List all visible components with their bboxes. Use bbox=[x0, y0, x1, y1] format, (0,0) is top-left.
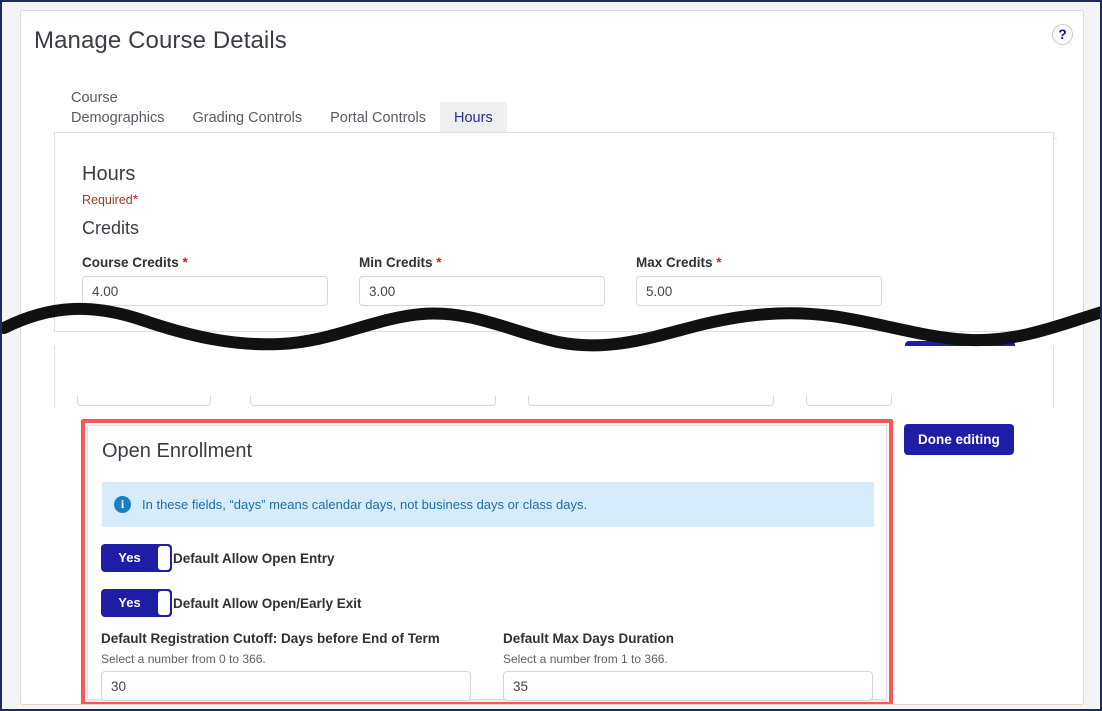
label-max-credits: Max Credits * bbox=[636, 255, 882, 270]
label-course-credits: Course Credits * bbox=[82, 255, 328, 270]
required-asterisk: * bbox=[133, 191, 138, 207]
done-editing-button-open-enrollment[interactable]: Done editing bbox=[904, 424, 1014, 455]
label-course-credits-asterisk: * bbox=[183, 255, 188, 270]
hours-required-note: Required* bbox=[82, 191, 138, 207]
screenshot-root: Manage Course Details ? Course Demograph… bbox=[0, 0, 1102, 711]
label-max-credits-text: Max Credits bbox=[636, 255, 713, 270]
truncated-field-2 bbox=[250, 396, 496, 406]
label-min-credits-asterisk: * bbox=[436, 255, 441, 270]
label-min-credits: Min Credits * bbox=[359, 255, 605, 270]
tab-course-demographics[interactable]: Course Demographics bbox=[57, 82, 179, 139]
page-title: Manage Course Details bbox=[34, 27, 287, 55]
truncated-field-3 bbox=[528, 396, 774, 406]
label-max-credits-asterisk: * bbox=[716, 255, 721, 270]
hours-heading: Hours bbox=[82, 163, 135, 186]
truncated-field-4 bbox=[806, 396, 892, 406]
content-break-squiggle bbox=[2, 298, 1102, 358]
required-label: Required bbox=[82, 193, 133, 207]
credits-heading: Credits bbox=[82, 218, 139, 239]
label-min-credits-text: Min Credits bbox=[359, 255, 433, 270]
open-enrollment-highlight-box bbox=[81, 419, 893, 705]
label-course-credits-text: Course Credits bbox=[82, 255, 179, 270]
tab-bar: Course Demographics Grading Controls Por… bbox=[57, 77, 1067, 139]
help-question-mark-icon[interactable]: ? bbox=[1052, 24, 1073, 45]
truncated-field-1 bbox=[77, 396, 211, 406]
